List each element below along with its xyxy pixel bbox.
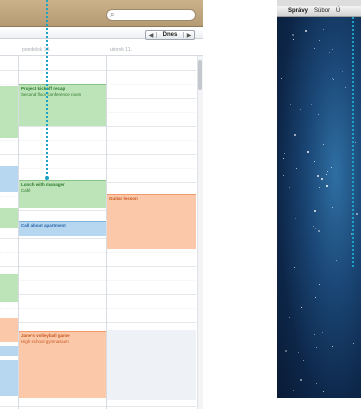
event-volleyball-game[interactable]: Jane's volleyball game High school gymna… — [19, 331, 106, 398]
hour-line — [0, 280, 196, 281]
callout-dot — [45, 176, 49, 180]
event-block[interactable] — [0, 86, 18, 138]
hour-line — [0, 70, 196, 71]
event-block[interactable] — [0, 274, 18, 302]
star — [318, 39, 320, 41]
star — [293, 266, 295, 268]
star — [280, 77, 282, 79]
hour-line — [0, 294, 196, 295]
star — [321, 331, 323, 333]
star — [318, 283, 320, 285]
event-block[interactable] — [0, 360, 18, 396]
event-block[interactable] — [0, 318, 18, 342]
star — [295, 217, 296, 219]
star — [331, 77, 333, 79]
day-header: utorok 11. — [110, 47, 132, 53]
star — [353, 342, 355, 344]
scrollbar[interactable] — [197, 56, 203, 409]
search-icon: ⌕ — [110, 10, 115, 19]
menu-app-name[interactable]: Správy — [288, 8, 308, 14]
desktop-wallpaper — [277, 17, 361, 409]
menu-file[interactable]: Súbor — [314, 8, 330, 14]
event-project-kickoff[interactable]: Project kickoff recap Second floor confe… — [19, 84, 106, 126]
desktop-bottom — [277, 398, 361, 409]
hour-line — [0, 322, 196, 323]
star — [289, 103, 291, 105]
callout-line — [46, 0, 48, 178]
star — [331, 346, 333, 348]
menu-bar: Správy Súbor Ú — [277, 6, 361, 17]
star — [300, 108, 302, 110]
star — [322, 143, 324, 145]
calendar-window: ⌕ ◀ Dnes ▶ pondelok 10. utorok 11. Proje… — [0, 0, 203, 409]
star — [355, 212, 358, 215]
empty-cell — [107, 330, 196, 400]
hour-line — [0, 252, 196, 253]
hour-line — [0, 154, 196, 155]
callout-line — [352, 17, 354, 267]
event-block[interactable] — [0, 346, 18, 356]
hour-line — [0, 140, 196, 141]
star — [315, 347, 317, 349]
prev-button[interactable]: ◀ — [146, 32, 156, 39]
star — [293, 134, 296, 136]
event-block[interactable] — [0, 166, 18, 192]
hour-line — [0, 266, 196, 267]
event-lunch-with-manager[interactable]: Lunch with manager Café — [19, 180, 106, 208]
event-block[interactable] — [0, 208, 18, 228]
next-button[interactable]: ▶ — [184, 32, 194, 39]
star — [317, 113, 319, 115]
star — [298, 351, 300, 353]
star — [315, 382, 317, 384]
star — [282, 174, 284, 176]
scrollbar-thumb[interactable] — [198, 60, 202, 90]
star — [331, 48, 333, 50]
today-button[interactable]: Dnes — [156, 32, 184, 38]
star — [293, 38, 295, 40]
menu-edit[interactable]: Ú — [336, 8, 340, 14]
star — [288, 186, 290, 188]
hour-line — [0, 308, 196, 309]
hour-line — [0, 126, 196, 127]
date-navigator: ◀ Dnes ▶ — [145, 30, 195, 40]
day-header-row: pondelok 10. utorok 11. — [0, 44, 203, 56]
hour-line — [0, 168, 196, 169]
event-call-about-apartment[interactable]: Call about apartment — [19, 221, 106, 236]
search-input[interactable] — [106, 9, 196, 21]
star — [292, 389, 294, 391]
hour-line — [0, 406, 196, 407]
event-guitar-lesson[interactable]: Guitar lesson — [107, 194, 196, 249]
